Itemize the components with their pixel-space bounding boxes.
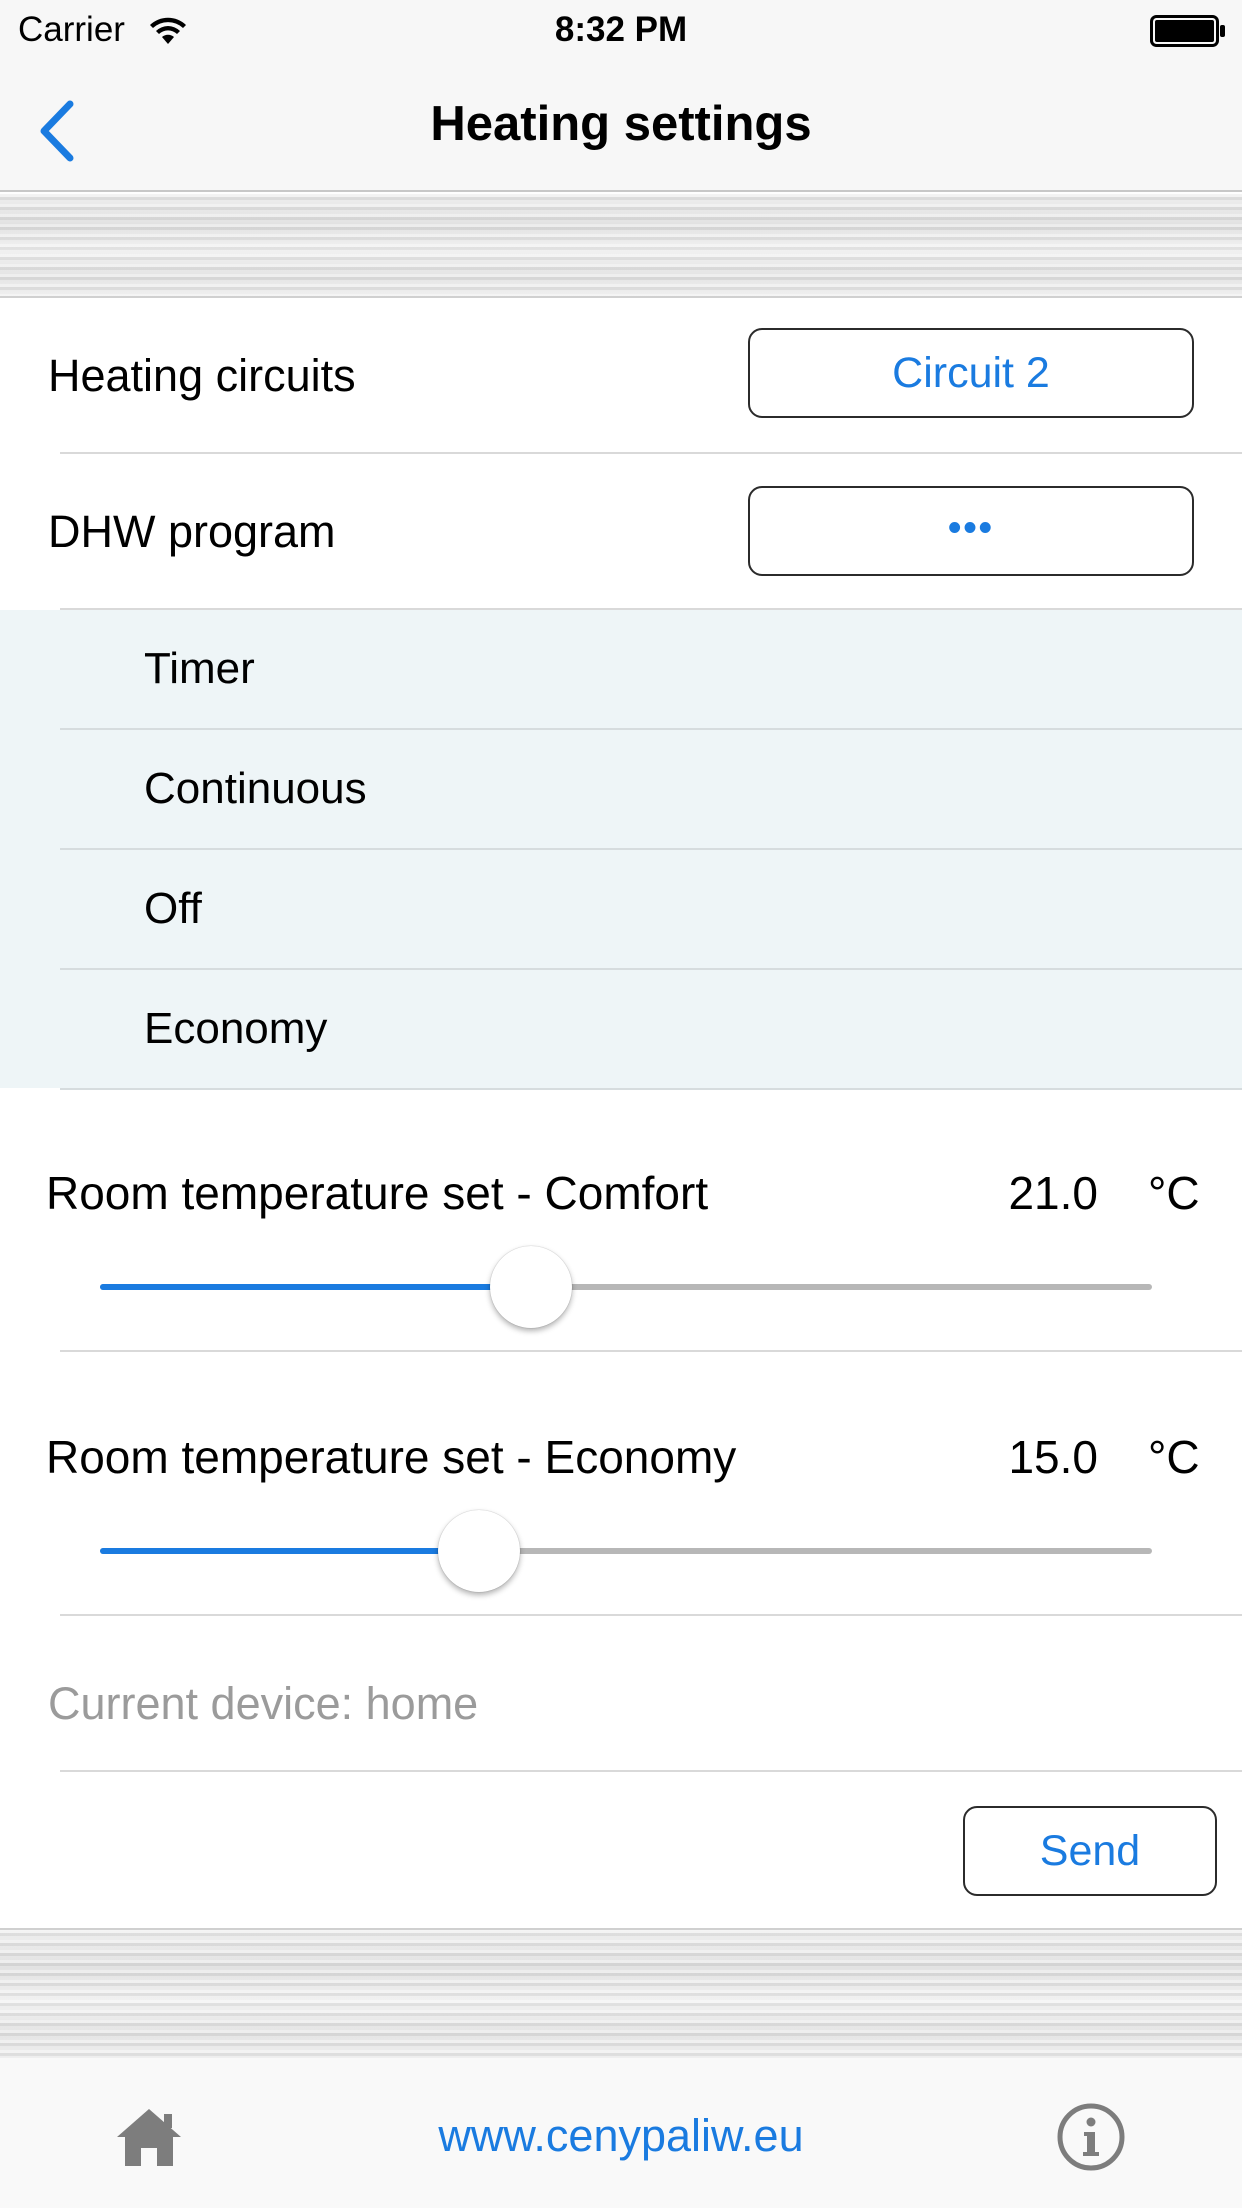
decorative-band-bottom [0, 1928, 1242, 2058]
dhw-option-label: Timer [144, 644, 255, 693]
comfort-slider[interactable] [100, 1246, 1152, 1328]
comfort-slider-thumb[interactable] [490, 1246, 572, 1328]
heating-circuits-row: Heating circuits Circuit 2 [0, 298, 1242, 454]
economy-temperature-row: Room temperature set - Economy 15.0 °C [0, 1352, 1242, 1616]
comfort-temperature-value: 21.0 [1008, 1167, 1098, 1219]
dhw-program-dropdown: Timer Continuous Off Economy [0, 610, 1242, 1090]
economy-slider-fill [100, 1548, 479, 1554]
dhw-option-economy[interactable]: Economy [0, 970, 1242, 1090]
current-device-label: Current device: home [48, 1678, 479, 1729]
comfort-temperature-row: Room temperature set - Comfort 21.0 °C [0, 1088, 1242, 1352]
heating-circuit-button[interactable]: Circuit 2 [748, 328, 1194, 418]
dhw-program-button[interactable]: ••• [748, 486, 1194, 576]
row-divider [60, 1614, 1242, 1616]
status-time: 8:32 PM [554, 10, 688, 49]
dhw-option-continuous[interactable]: Continuous [0, 730, 1242, 850]
economy-temperature-value: 15.0 [1008, 1431, 1098, 1483]
status-bar: Carrier 8:32 PM [0, 0, 1242, 60]
comfort-temperature-label: Room temperature set - Comfort [46, 1167, 709, 1219]
economy-temperature-label: Room temperature set - Economy [46, 1431, 737, 1483]
comfort-slider-fill [100, 1284, 531, 1290]
comfort-temperature-unit: °C [1148, 1167, 1200, 1219]
dhw-option-label: Economy [144, 1004, 328, 1053]
decorative-band-top [0, 194, 1242, 298]
dhw-option-label: Continuous [144, 764, 367, 813]
dhw-program-row: DHW program ••• [0, 454, 1242, 610]
dhw-option-label: Off [144, 884, 202, 933]
economy-slider[interactable] [100, 1510, 1152, 1592]
dhw-option-timer[interactable]: Timer [0, 610, 1242, 730]
page-title: Heating settings [430, 97, 812, 151]
row-divider [60, 1770, 1242, 1772]
economy-slider-thumb[interactable] [438, 1510, 520, 1592]
battery-icon [1150, 15, 1225, 47]
dhw-program-label: DHW program [48, 506, 336, 557]
dhw-option-off[interactable]: Off [0, 850, 1242, 970]
bottom-toolbar: www.cenypaliw.eu [0, 2058, 1242, 2208]
economy-temperature-unit: °C [1148, 1431, 1200, 1483]
info-icon[interactable] [1056, 2102, 1126, 2172]
heating-circuits-label: Heating circuits [48, 350, 356, 401]
navigation-bar: Heating settings [0, 60, 1242, 192]
send-button[interactable]: Send [963, 1806, 1217, 1896]
